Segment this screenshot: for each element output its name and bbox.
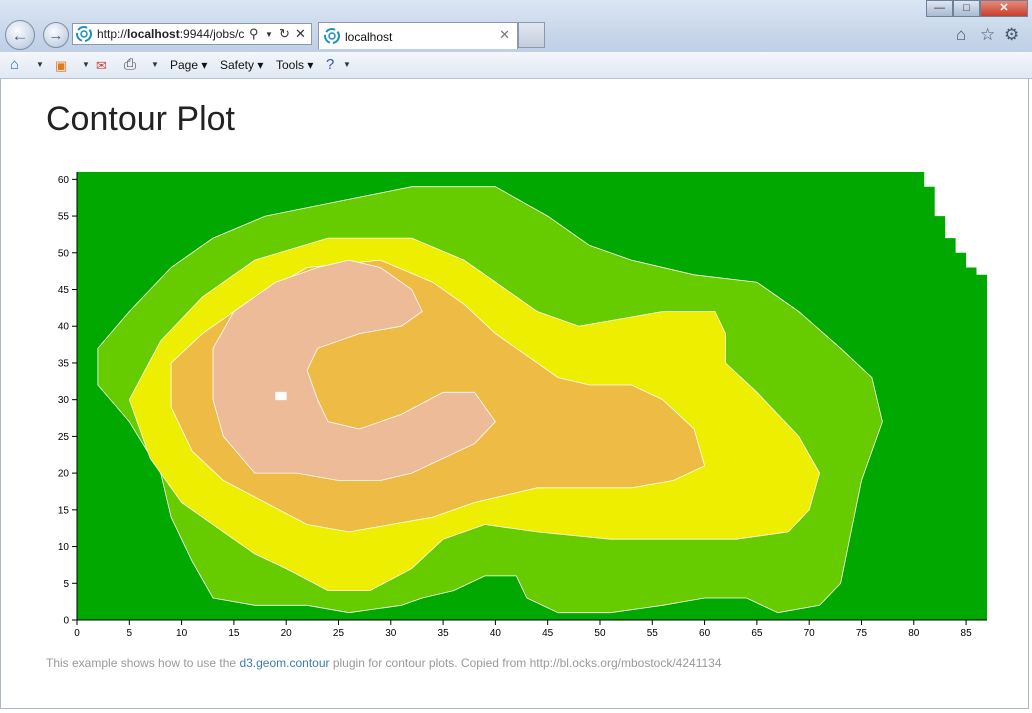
y-tick-label: 0 bbox=[63, 616, 69, 627]
x-tick-label: 15 bbox=[228, 628, 240, 637]
chevron-down-icon[interactable]: ▼ bbox=[343, 60, 351, 69]
x-tick-label: 0 bbox=[74, 628, 80, 637]
x-tick-label: 5 bbox=[127, 628, 133, 637]
site-logo-icon bbox=[324, 28, 340, 44]
help-icon[interactable]: ? bbox=[326, 56, 334, 73]
y-tick-label: 50 bbox=[58, 248, 70, 259]
command-bar: ⌂ ▼ ▣ ▼ ✉ ⎙ ▼ Page ▾ Safety ▾ Tools ▾ ? … bbox=[0, 52, 1032, 79]
home-icon[interactable]: ⌂ bbox=[10, 56, 19, 73]
y-tick-label: 60 bbox=[58, 175, 70, 186]
y-tick-label: 45 bbox=[58, 285, 70, 296]
address-bar[interactable]: http://localhost:9944/jobs/c ⚲ ▼ ↻ ✕ bbox=[72, 23, 312, 45]
y-tick-label: 20 bbox=[58, 469, 70, 480]
tab-title: localhost bbox=[345, 30, 393, 44]
print-icon[interactable]: ⎙ bbox=[124, 56, 136, 73]
y-tick-label: 30 bbox=[58, 395, 70, 406]
favorites-star-icon[interactable]: ☆ bbox=[980, 25, 995, 45]
contour-level-6 bbox=[275, 391, 287, 401]
back-button[interactable]: ← bbox=[5, 20, 35, 50]
x-tick-label: 40 bbox=[490, 628, 502, 637]
x-tick-label: 20 bbox=[281, 628, 293, 637]
y-tick-label: 55 bbox=[58, 212, 70, 223]
x-tick-label: 10 bbox=[176, 628, 188, 637]
x-tick-label: 60 bbox=[699, 628, 711, 637]
y-tick-label: 40 bbox=[58, 322, 70, 333]
x-tick-label: 30 bbox=[385, 628, 397, 637]
y-tick-label: 25 bbox=[58, 432, 70, 443]
tools-menu[interactable]: Tools ▾ bbox=[276, 58, 313, 72]
x-tick-label: 85 bbox=[961, 628, 973, 637]
x-tick-label: 35 bbox=[438, 628, 450, 637]
x-tick-label: 65 bbox=[751, 628, 763, 637]
minimize-button[interactable]: — bbox=[926, 0, 953, 17]
url-text[interactable]: http://localhost:9944/jobs/c bbox=[97, 27, 245, 41]
safety-menu[interactable]: Safety ▾ bbox=[220, 58, 263, 72]
chevron-down-icon[interactable]: ▼ bbox=[151, 60, 159, 69]
x-tick-label: 25 bbox=[333, 628, 345, 637]
page-title: Contour Plot bbox=[46, 100, 235, 138]
gear-icon[interactable]: ⚙ bbox=[1004, 25, 1019, 45]
arrow-right-icon: → bbox=[48, 27, 64, 44]
browser-titlebar: ← → http://localhost:9944/jobs/c ⚲ ▼ ↻ ✕… bbox=[0, 0, 1032, 52]
maximize-button[interactable]: □ bbox=[953, 0, 980, 17]
x-tick-label: 80 bbox=[908, 628, 920, 637]
new-tab-button[interactable] bbox=[518, 22, 545, 48]
contour-plot: 0 5 10 15 20 25 30 35 40 45 50 55 60 65 70 75 80 85 0 5 10 1… bbox=[58, 172, 987, 637]
x-tick-label: 55 bbox=[647, 628, 659, 637]
tab-localhost[interactable]: localhost ✕ bbox=[318, 22, 518, 49]
site-logo-icon bbox=[76, 26, 92, 42]
search-icon[interactable]: ⚲ bbox=[249, 26, 259, 42]
chevron-down-icon[interactable]: ▼ bbox=[265, 30, 273, 39]
x-tick-label: 50 bbox=[594, 628, 606, 637]
arrow-left-icon: ← bbox=[11, 26, 29, 45]
chevron-down-icon[interactable]: ▼ bbox=[82, 60, 90, 69]
stop-icon[interactable]: ✕ bbox=[295, 26, 306, 42]
close-tab-icon[interactable]: ✕ bbox=[499, 27, 510, 43]
rss-feed-icon[interactable]: ▣ bbox=[55, 58, 67, 74]
page-viewport: Contour Plot 0 5 10 15 20 25 30 35 40 45 50 55 60 65 7… bbox=[0, 79, 1029, 709]
home-icon[interactable]: ⌂ bbox=[956, 25, 966, 45]
x-tick-label: 45 bbox=[542, 628, 554, 637]
y-tick-label: 5 bbox=[63, 579, 69, 590]
page-caption: This example shows how to use the d3.geo… bbox=[46, 656, 722, 670]
refresh-icon[interactable]: ↻ bbox=[279, 26, 290, 42]
d3-geom-contour-link[interactable]: d3.geom.contour bbox=[239, 656, 329, 670]
forward-button[interactable]: → bbox=[43, 22, 69, 48]
page-menu[interactable]: Page ▾ bbox=[170, 58, 207, 72]
y-tick-label: 10 bbox=[58, 542, 70, 553]
x-tick-label: 75 bbox=[856, 628, 868, 637]
close-window-button[interactable]: ✕ bbox=[980, 0, 1028, 17]
mail-icon[interactable]: ✉ bbox=[96, 58, 107, 74]
y-tick-label: 15 bbox=[58, 505, 70, 516]
y-tick-label: 35 bbox=[58, 358, 70, 369]
chevron-down-icon[interactable]: ▼ bbox=[36, 60, 44, 69]
x-tick-label: 70 bbox=[804, 628, 816, 637]
